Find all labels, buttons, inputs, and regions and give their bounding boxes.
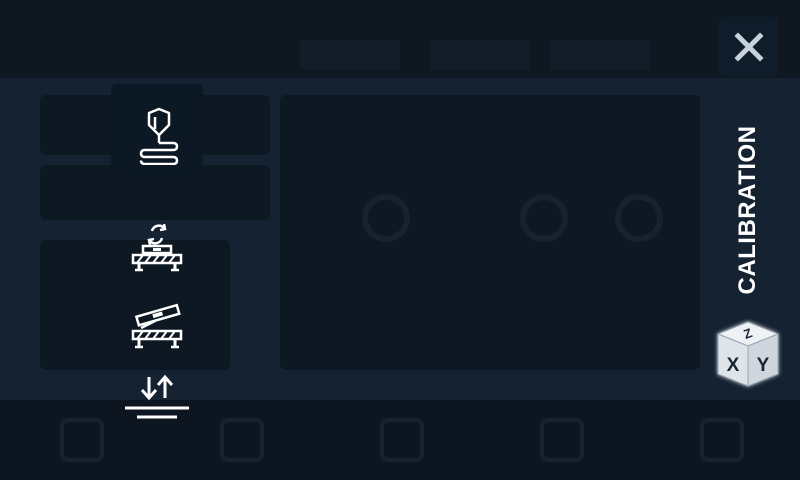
close-icon — [733, 31, 764, 62]
background-icon — [60, 418, 104, 462]
background-circle — [362, 194, 410, 242]
nozzle-filament-icon — [139, 107, 179, 165]
panel-title: CALIBRATION — [734, 125, 761, 295]
background-icon — [700, 418, 744, 462]
axis-x-label: X — [727, 355, 740, 376]
filament-load-button[interactable] — [111, 84, 203, 176]
auto-bed-level-button[interactable] — [118, 218, 196, 276]
manual-bed-level-button[interactable] — [118, 296, 196, 354]
close-button[interactable] — [719, 17, 778, 76]
background-tab — [550, 40, 650, 70]
background-tab — [430, 40, 530, 70]
background-icon — [220, 418, 264, 462]
xyz-axes-cube-icon[interactable]: Z X Y — [712, 318, 784, 390]
background-icon — [540, 418, 584, 462]
bed-level-auto-icon — [131, 223, 183, 272]
background-circle — [520, 194, 568, 242]
z-offset-button[interactable] — [118, 370, 196, 428]
background-jog-panel — [280, 95, 700, 370]
z-offset-icon — [125, 374, 189, 419]
background-header — [0, 0, 800, 78]
axis-y-label: Y — [757, 355, 770, 376]
bed-level-manual-icon — [131, 303, 183, 349]
background-circle — [615, 194, 663, 242]
background-tab — [300, 40, 400, 70]
background-icon — [380, 418, 424, 462]
